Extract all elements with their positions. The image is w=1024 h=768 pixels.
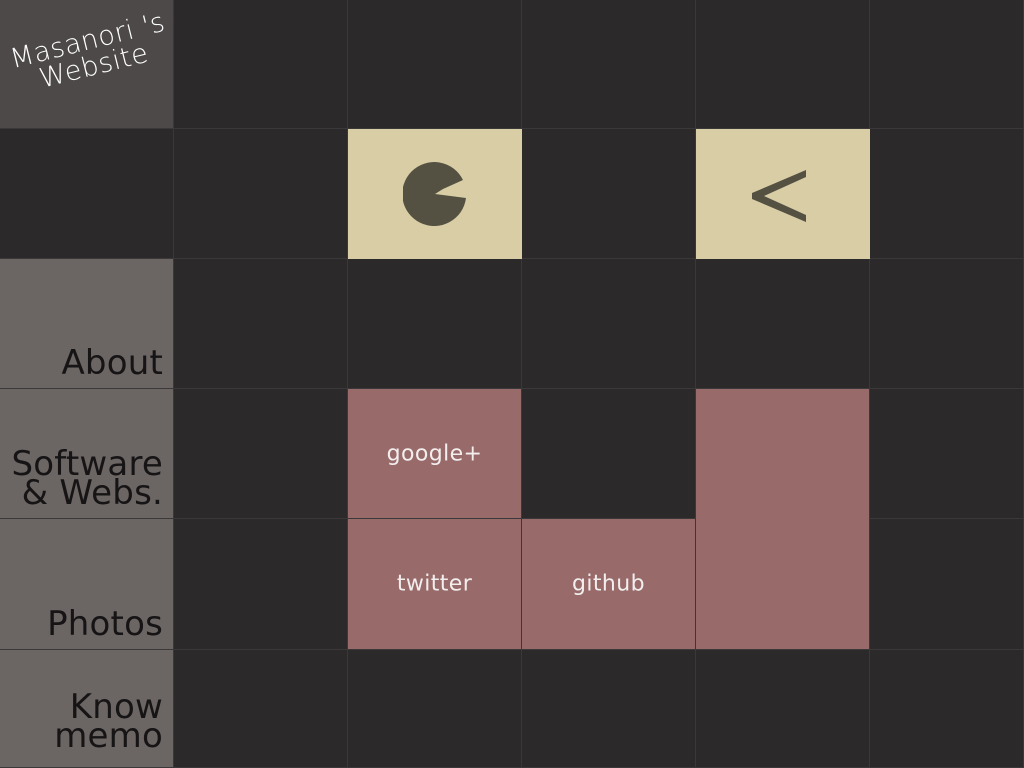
social-tile: [696, 519, 870, 650]
empty-tile: [696, 259, 870, 389]
twitter-label: twitter: [396, 571, 473, 597]
empty-tile: [870, 129, 1024, 259]
empty-tile: [0, 129, 174, 259]
empty-tile: [174, 650, 348, 768]
nav-about[interactable]: About: [0, 259, 174, 389]
empty-tile: [522, 129, 696, 259]
twitter-link[interactable]: twitter: [348, 519, 522, 650]
empty-tile: [174, 519, 348, 650]
empty-tile: [696, 650, 870, 768]
empty-tile: [870, 259, 1024, 389]
nav-software[interactable]: Software & Webs.: [0, 389, 174, 519]
social-tile: [696, 389, 870, 519]
empty-tile: [174, 389, 348, 519]
site-logo[interactable]: Masanori 's Website: [0, 0, 174, 129]
empty-tile: [348, 259, 522, 389]
empty-tile: [174, 259, 348, 389]
google-plus-label: google+: [386, 441, 483, 466]
nav-about-label: About: [61, 343, 163, 383]
nav-software-line2: & Webs.: [21, 473, 163, 513]
empty-tile: [174, 129, 348, 259]
nav-photos-label: Photos: [47, 604, 163, 644]
empty-tile: [348, 0, 522, 129]
chevron-left-icon: [752, 170, 806, 222]
chevron-tile: [696, 129, 870, 259]
empty-tile: [696, 0, 870, 129]
github-link[interactable]: github: [522, 519, 696, 650]
empty-tile: [522, 0, 696, 129]
nav-photos[interactable]: Photos: [0, 519, 174, 650]
empty-tile: [870, 389, 1024, 519]
empty-tile: [870, 650, 1024, 768]
nav-software-label: Software & Webs.: [12, 447, 163, 513]
nav-know-line2: memo: [54, 716, 163, 756]
tile-grid: Masanori 's Website About Software & Web…: [0, 0, 1024, 768]
github-label: github: [572, 571, 645, 597]
site-title: Masanori 's Website: [2, 7, 173, 100]
empty-tile: [522, 259, 696, 389]
empty-tile: [522, 389, 696, 519]
empty-tile: [522, 650, 696, 768]
google-plus-link[interactable]: google+: [348, 389, 522, 519]
empty-tile: [348, 650, 522, 768]
nav-know-memo-label: Know memo: [54, 690, 163, 756]
pacman-icon: [403, 162, 466, 226]
empty-tile: [870, 519, 1024, 650]
empty-tile: [174, 0, 348, 129]
nav-know-memo[interactable]: Know memo: [0, 650, 174, 768]
pacman-tile: [348, 129, 522, 259]
empty-tile: [870, 0, 1024, 129]
